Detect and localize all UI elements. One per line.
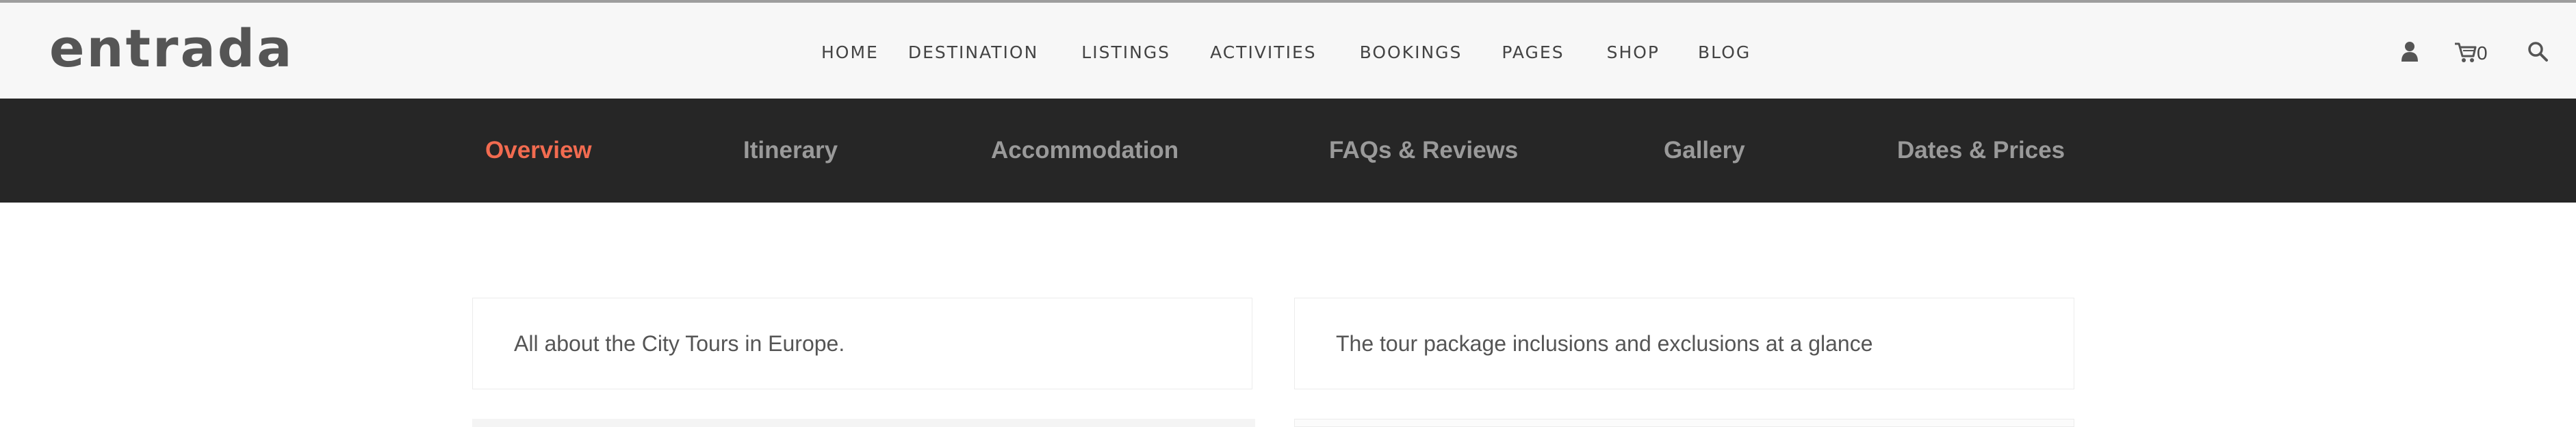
logo[interactable]: entrada [49,18,294,79]
tab-accommodation[interactable]: Accommodation [991,134,1178,167]
tour-tabs: Overview Itinerary Accommodation FAQs & … [0,99,2576,203]
nav-item-listings[interactable]: LISTINGS [1081,37,1170,68]
overview-intro-card: All about the City Tours in Europe. [472,298,1252,389]
main-nav: HOME DESTINATION LISTINGS ACTIVITIES BOO… [821,37,1751,68]
nav-item-home[interactable]: HOME [821,37,879,68]
tab-gallery[interactable]: Gallery [1664,134,1745,167]
nav-item-bookings[interactable]: BOOKINGS [1360,37,1463,68]
nav-item-blog[interactable]: BLOG [1698,37,1751,68]
content-panel-right [1294,419,2074,427]
cart-count[interactable]: 0 [2477,40,2488,67]
cart-icon[interactable] [2453,36,2477,66]
overview-intro-text: All about the City Tours in Europe. [514,331,845,356]
site-header: entrada HOME DESTINATION LISTINGS ACTIVI… [0,3,2576,99]
inclusions-card: The tour package inclusions and exclusio… [1294,298,2074,389]
inclusions-text: The tour package inclusions and exclusio… [1336,331,1873,356]
user-icon[interactable] [2400,36,2419,66]
content-panel-left [472,419,1255,427]
tab-overview[interactable]: Overview [485,134,592,167]
search-icon[interactable] [2527,36,2549,66]
tab-faqs-reviews[interactable]: FAQs & Reviews [1329,134,1518,167]
tab-dates-prices[interactable]: Dates & Prices [1897,134,2065,167]
nav-item-activities[interactable]: ACTIVITIES [1210,37,1317,68]
nav-item-pages[interactable]: PAGES [1502,37,1564,68]
nav-item-destination[interactable]: DESTINATION [908,37,1038,68]
tab-itinerary[interactable]: Itinerary [743,134,838,167]
nav-item-shop[interactable]: SHOP [1607,37,1660,68]
